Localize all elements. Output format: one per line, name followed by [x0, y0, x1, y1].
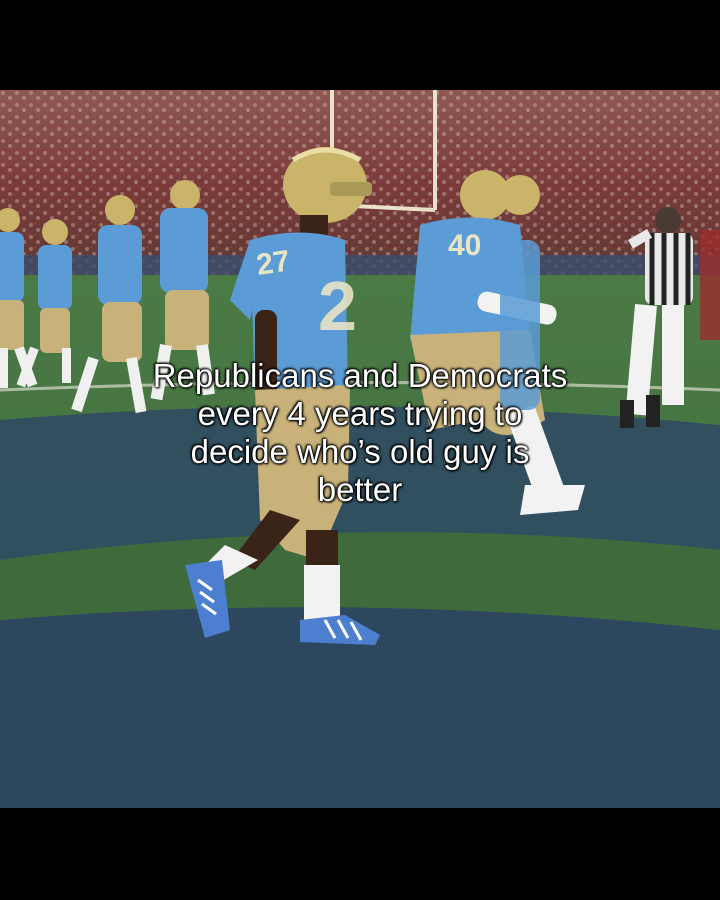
letterbox-top — [0, 0, 720, 90]
meme-caption: Republicans and Democrats every 4 years … — [60, 357, 660, 509]
svg-text:2: 2 — [318, 267, 357, 345]
caption-line-4: better — [317, 471, 403, 508]
letterbox-bottom — [0, 808, 720, 900]
video-frame: 40 27 2 Republicans and Democrats every … — [0, 0, 720, 900]
jersey-number-front: 27 — [254, 245, 292, 282]
caption-line-3: decide who’s old guy is — [190, 433, 530, 470]
caption-line-1: Republicans and Democrats — [152, 357, 568, 394]
jersey-number-right: 40 — [448, 229, 481, 262]
caption-line-2: every 4 years trying to — [197, 395, 523, 432]
